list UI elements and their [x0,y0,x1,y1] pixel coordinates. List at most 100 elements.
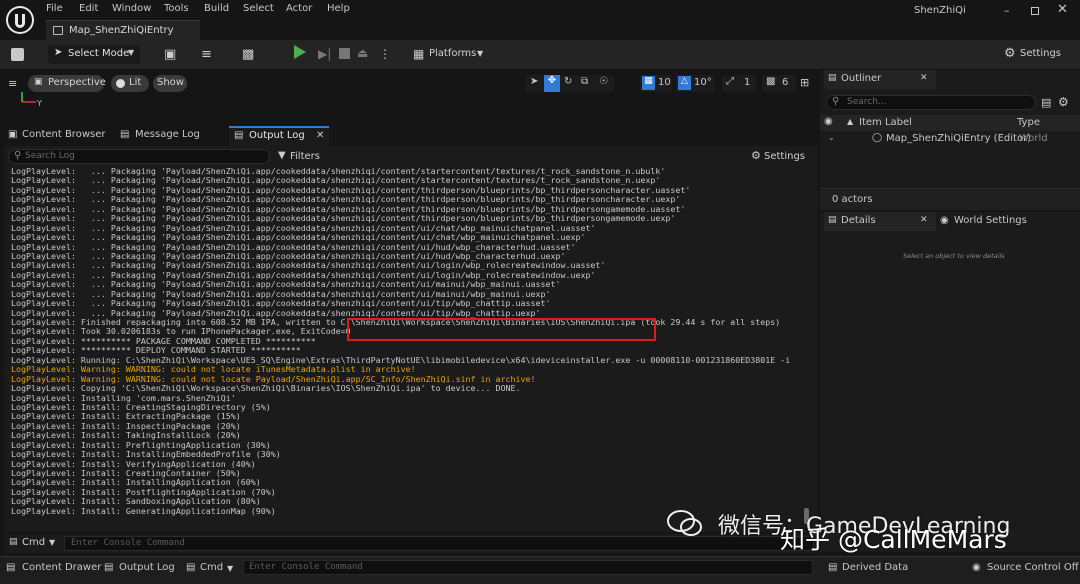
level-tab[interactable]: Map_ShenZhiQiEntry [46,20,200,40]
details-close-icon[interactable]: ✕ [920,215,928,225]
search-log-input[interactable]: ⚲ Search Log [8,149,270,164]
select-mode-button[interactable]: ➤ Select Mode ▼ [48,45,140,64]
lit-button[interactable]: Lit [111,75,149,92]
expand-arrow-icon[interactable]: ⌄ [828,133,835,142]
cmd-status-chevron-icon: ▼ [227,564,234,573]
platforms-icon: ▦ [413,47,425,61]
add-folder-icon[interactable]: ▤ [1041,96,1051,109]
output-log-status-button[interactable]: Output Log [119,562,175,573]
outliner-close-icon[interactable]: ✕ [920,73,928,83]
scale-snap-icon: ⤢ [726,76,734,87]
menu-item-tools[interactable]: Tools [164,3,189,14]
log-settings-icon: ⚙ [751,149,761,162]
blueprint-icon[interactable]: ≡ [201,47,212,62]
select-tool-icon[interactable]: ➤ [530,76,538,87]
toolbar-settings-button[interactable]: Settings [1020,48,1061,59]
show-button[interactable]: Show [153,75,187,92]
camera-speed-box[interactable]: ▩ 6 [762,75,796,92]
outliner-settings-icon[interactable]: ⚙ [1058,95,1069,109]
unreal-logo-icon[interactable] [6,6,34,34]
status-console-input[interactable]: Enter Console Command [243,560,813,575]
output-log-icon: ▤ [234,130,244,141]
cmd-label[interactable]: Cmd [22,537,45,548]
outliner-search-input[interactable]: ⚲ Search... [826,95,1036,110]
cmd-status-button[interactable]: Cmd [200,562,223,573]
platforms-button[interactable]: Platforms [429,48,476,59]
viewport-layout-icon[interactable]: ⊞ [800,76,809,89]
step-icon[interactable]: ▶| [318,47,331,61]
maximize-icon[interactable] [1031,7,1039,15]
viewport-menu-icon[interactable]: ≡ [8,77,17,90]
details-hint: Select an object to view details [903,252,1005,260]
source-control-button[interactable]: Source Control Off [987,562,1079,573]
derived-data-button[interactable]: Derived Data [842,562,908,573]
details-tab-label: Details [841,215,876,226]
level-icon [53,26,63,35]
scale-tool-icon[interactable]: ⧉ [581,76,588,87]
filters-button[interactable]: Filters [290,151,320,162]
details-panel: ▤ Details ✕ ◉ World Settings Select an o… [820,212,1080,552]
menu-item-edit[interactable]: Edit [79,3,98,14]
menu-item-window[interactable]: Window [112,3,151,14]
level-tab-label: Map_ShenZhiQiEntry [69,25,174,36]
world-settings-tab-label: World Settings [954,215,1027,226]
menu-item-select[interactable]: Select [243,3,274,14]
wechat-logo-icon [666,508,704,538]
translate-tool-icon[interactable]: ✥ [544,75,560,92]
rotate-tool-icon[interactable]: ↻ [564,76,572,87]
play-options-icon[interactable]: ⋮ [379,47,391,61]
perspective-icon: ▣ [34,77,43,87]
type-header[interactable]: Type [1017,117,1040,128]
grid-snap-box[interactable]: ▦ 10 [640,75,672,92]
tab-message-log[interactable]: ▤ Message Log [116,126,226,146]
grid-snap-icon: ▦ [642,76,655,90]
menu-item-help[interactable]: Help [327,3,350,14]
outliner-tab[interactable]: ▤ Outliner ✕ [824,70,936,89]
output-log-status-icon: ▤ [104,562,114,573]
status-console-placeholder: Enter Console Command [249,562,363,572]
watermark-zhihu: 知乎 @CallMeMars [780,520,1007,556]
content-browser-icon: ▣ [8,129,18,140]
rotation-snap-box[interactable]: △ 10° [676,75,714,92]
close-tab-icon[interactable]: ✕ [316,127,324,145]
add-actor-icon[interactable]: ▣ [164,47,176,62]
close-window-icon[interactable]: ✕ [1057,2,1068,17]
eject-icon[interactable]: ⏏ [357,46,368,60]
outliner-tab-label: Outliner [841,73,882,84]
world-space-icon[interactable]: ☉ [599,76,608,87]
outliner-row-label: Map_ShenZhiQiEntry (Editor) [886,133,1032,144]
visibility-icon[interactable]: ◉ [824,116,833,127]
stop-icon[interactable] [339,48,350,59]
play-icon[interactable] [294,45,306,59]
perspective-button[interactable]: ▣ Perspective [28,75,106,92]
lit-label: Lit [129,77,142,88]
camera-icon: ▩ [766,76,776,87]
minimize-icon[interactable]: – [1004,4,1010,17]
scale-snap-value: 1 [744,77,751,88]
outliner-row[interactable]: ⌄ ◯ Map_ShenZhiQiEntry (Editor) World [820,132,1080,147]
world-settings-tab[interactable]: ◉ World Settings [938,212,1062,231]
details-tab[interactable]: ▤ Details ✕ [824,212,936,231]
scale-snap-box[interactable]: ⤢ 1 [722,75,756,92]
main-toolbar [0,40,1080,70]
log-settings-button[interactable]: Settings [764,151,805,162]
menu-item-build[interactable]: Build [204,3,229,14]
rotation-snap-icon: △ [678,76,691,90]
tab-output-log[interactable]: ▤ Output Log ✕ [229,126,329,146]
tab-content-browser[interactable]: ▣ Content Browser [4,126,114,146]
platforms-chevron-icon: ▼ [477,49,484,58]
show-label: Show [157,77,184,88]
item-label-header[interactable]: Item Label [859,117,912,128]
search-log-placeholder: Search Log [25,151,75,161]
log-lines[interactable]: LogPlayLevel: ... Packaging 'Payload/She… [11,167,801,523]
cinematics-icon[interactable]: ▩ [242,47,254,62]
svg-text:Y: Y [36,99,42,108]
menu-item-actor[interactable]: Actor [286,3,312,14]
world-icon: ◯ [872,133,883,143]
derived-data-icon: ▤ [828,562,838,573]
menu-item-file[interactable]: File [46,3,63,14]
filters-icon: ▼ [278,150,286,161]
save-icon[interactable] [11,48,24,61]
tab-output-log-label: Output Log [249,130,305,141]
content-drawer-button[interactable]: Content Drawer [22,562,101,573]
